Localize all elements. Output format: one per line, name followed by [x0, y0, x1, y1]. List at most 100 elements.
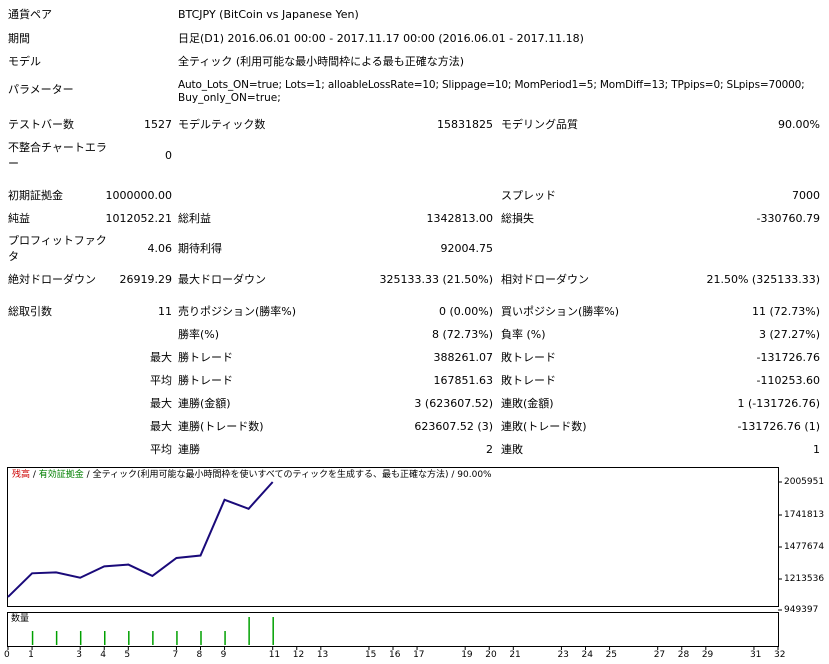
max-consec-wins-count-value: 623607.52 (3) — [414, 420, 493, 433]
x-tick-label: 25 — [605, 650, 618, 660]
x-tick-label: 1 — [28, 650, 34, 660]
max-label-2: 最大 — [150, 397, 172, 410]
max-consec-wins-amount-label: 連勝(金額) — [178, 397, 231, 410]
legend-separator-1: / — [30, 470, 39, 480]
currency-pair-label: 通貨ペア — [8, 8, 52, 21]
x-tick-label: 28 — [677, 650, 690, 660]
x-tick-label: 27 — [653, 650, 666, 660]
net-profit-value: 1012052.21 — [105, 212, 172, 225]
modeling-quality-label: モデリング品質 — [501, 118, 578, 131]
win-rate-label: 勝率(%) — [178, 328, 220, 341]
rel-drawdown-label: 相対ドローダウン — [501, 273, 589, 286]
model-value: 全ティック (利用可能な最小時間枠による最も正確な方法) — [178, 55, 465, 68]
x-tick-label: 3 — [76, 650, 82, 660]
abs-drawdown-value: 26919.29 — [119, 273, 173, 286]
chart-legend: 残高 / 有効証拠金 / 全ティック(利用可能な最小時間枠を使いすべてのティック… — [12, 470, 492, 481]
rel-drawdown-value: 21.50% (325133.33) — [706, 273, 820, 286]
avg-win-trade-value: 167851.63 — [433, 374, 494, 387]
profit-factor-value: 4.06 — [147, 242, 173, 255]
max-drawdown-value: 325133.33 (21.50%) — [379, 273, 493, 286]
avg-consec-wins-label: 連勝 — [178, 443, 200, 456]
expected-payoff-label: 期待利得 — [178, 242, 222, 255]
short-positions-value: 0 (0.00%) — [438, 305, 493, 318]
mismatch-label-line2: ー — [8, 157, 19, 170]
abs-drawdown-label: 絶対ドローダウン — [8, 273, 96, 286]
x-tick-label: 32 — [774, 650, 786, 660]
x-tick-label: 31 — [749, 650, 762, 660]
max-label-1: 最大 — [150, 351, 172, 364]
y-tick-label: 1213536 — [784, 574, 825, 584]
model-ticks-value: 15831825 — [437, 118, 493, 131]
avg-consec-wins-value: 2 — [486, 443, 493, 456]
avg-consec-losses-value: 1 — [813, 443, 820, 456]
max-win-trade-label: 勝トレード — [178, 351, 233, 364]
x-tick-label: 24 — [581, 650, 593, 660]
gross-loss-value: -330760.79 — [756, 212, 820, 225]
y-tick-label: 1477674 — [784, 542, 825, 552]
balance-chart-frame — [7, 467, 779, 607]
avg-consec-losses-label: 連敗 — [501, 443, 523, 456]
x-tick-label: 17 — [413, 650, 425, 660]
x-tick-label: 12 — [292, 650, 305, 660]
expected-payoff-value: 92004.75 — [440, 242, 494, 255]
legend-quality: 90.00% — [457, 470, 492, 480]
legend-balance: 残高 — [12, 470, 31, 480]
max-label-3: 最大 — [150, 420, 172, 433]
max-win-trade-value: 388261.07 — [433, 351, 494, 364]
y-tick-label: 2005951 — [784, 477, 825, 487]
legend-equity: 有効証拠金 — [38, 470, 84, 480]
modeling-quality-value: 90.00% — [778, 118, 820, 131]
avg-loss-trade-label: 敗トレード — [501, 374, 556, 387]
volume-chart-frame — [7, 612, 779, 647]
test-bars-label: テストバー数 — [8, 118, 74, 131]
x-tick-label: 23 — [557, 650, 569, 660]
gross-profit-label: 総利益 — [178, 212, 211, 225]
model-ticks-label: モデルティック数 — [178, 118, 266, 131]
x-tick-label: 0 — [4, 650, 10, 660]
gross-profit-value: 1342813.00 — [426, 212, 493, 225]
total-trades-value: 11 — [158, 305, 172, 318]
max-consec-losses-amount-value: 1 (-131726.76) — [737, 397, 820, 410]
spread-label: スプレッド — [501, 189, 556, 202]
period-label: 期間 — [8, 32, 30, 45]
x-tick-label: 15 — [364, 650, 377, 660]
x-tick-label: 9 — [220, 650, 227, 660]
max-consec-losses-amount-label: 連敗(金額) — [501, 397, 554, 410]
mismatch-value: 0 — [165, 149, 172, 162]
loss-rate-label: 負率 (%) — [501, 328, 546, 341]
loss-rate-value: 3 (27.27%) — [758, 328, 820, 341]
max-loss-trade-label: 敗トレード — [501, 351, 556, 364]
params-label: パラメーター — [8, 83, 74, 96]
max-consec-losses-count-value: -131726.76 (1) — [737, 420, 820, 433]
spread-value: 7000 — [792, 189, 820, 202]
avg-label-2: 平均 — [150, 443, 172, 456]
currency-pair-value: BTCJPY (BitCoin vs Japanese Yen) — [178, 8, 359, 21]
period-value: 日足(D1) 2016.06.01 00:00 - 2017.11.17 00:… — [178, 32, 584, 45]
model-label: モデル — [8, 55, 41, 68]
params-line-1: Auto_Lots_ON=true; Lots=1; alloableLossR… — [178, 79, 805, 91]
y-tick-label: 1741813 — [784, 510, 825, 520]
max-consec-wins-count-label: 連勝(トレード数) — [178, 420, 264, 433]
profit-factor-label-line1: プロフィットファク — [8, 234, 107, 247]
x-tick-label: 5 — [124, 650, 131, 660]
initial-deposit-value: 1000000.00 — [105, 189, 172, 202]
x-tick-label: 16 — [389, 650, 401, 660]
max-loss-trade-value: -131726.76 — [756, 351, 820, 364]
net-profit-label: 純益 — [8, 212, 30, 225]
x-tick-label: 8 — [196, 650, 203, 660]
legend-separator-2: / — [83, 470, 93, 480]
x-tick-label: 21 — [509, 650, 521, 660]
legend-model: 全ティック(利用可能な最小時間枠を使いすべてのティックを生成する、最も正確な方法… — [92, 470, 449, 480]
mismatch-label-line1: 不整合チャートエラ — [8, 141, 107, 154]
max-consec-losses-count-label: 連敗(トレード数) — [501, 420, 587, 433]
params-line-2: Buy_only_ON=true; — [178, 92, 281, 104]
avg-loss-trade-value: -110253.60 — [756, 374, 820, 387]
gross-loss-label: 総損失 — [501, 212, 534, 225]
x-tick-label: 29 — [701, 650, 714, 660]
test-bars-value: 1527 — [144, 118, 172, 131]
x-tick-label: 19 — [461, 650, 473, 660]
initial-deposit-label: 初期証拠金 — [8, 189, 63, 202]
x-tick-label: 4 — [100, 650, 106, 660]
max-consec-wins-amount-value: 3 (623607.52) — [414, 397, 493, 410]
long-positions-label: 買いポジション(勝率%) — [501, 305, 620, 318]
